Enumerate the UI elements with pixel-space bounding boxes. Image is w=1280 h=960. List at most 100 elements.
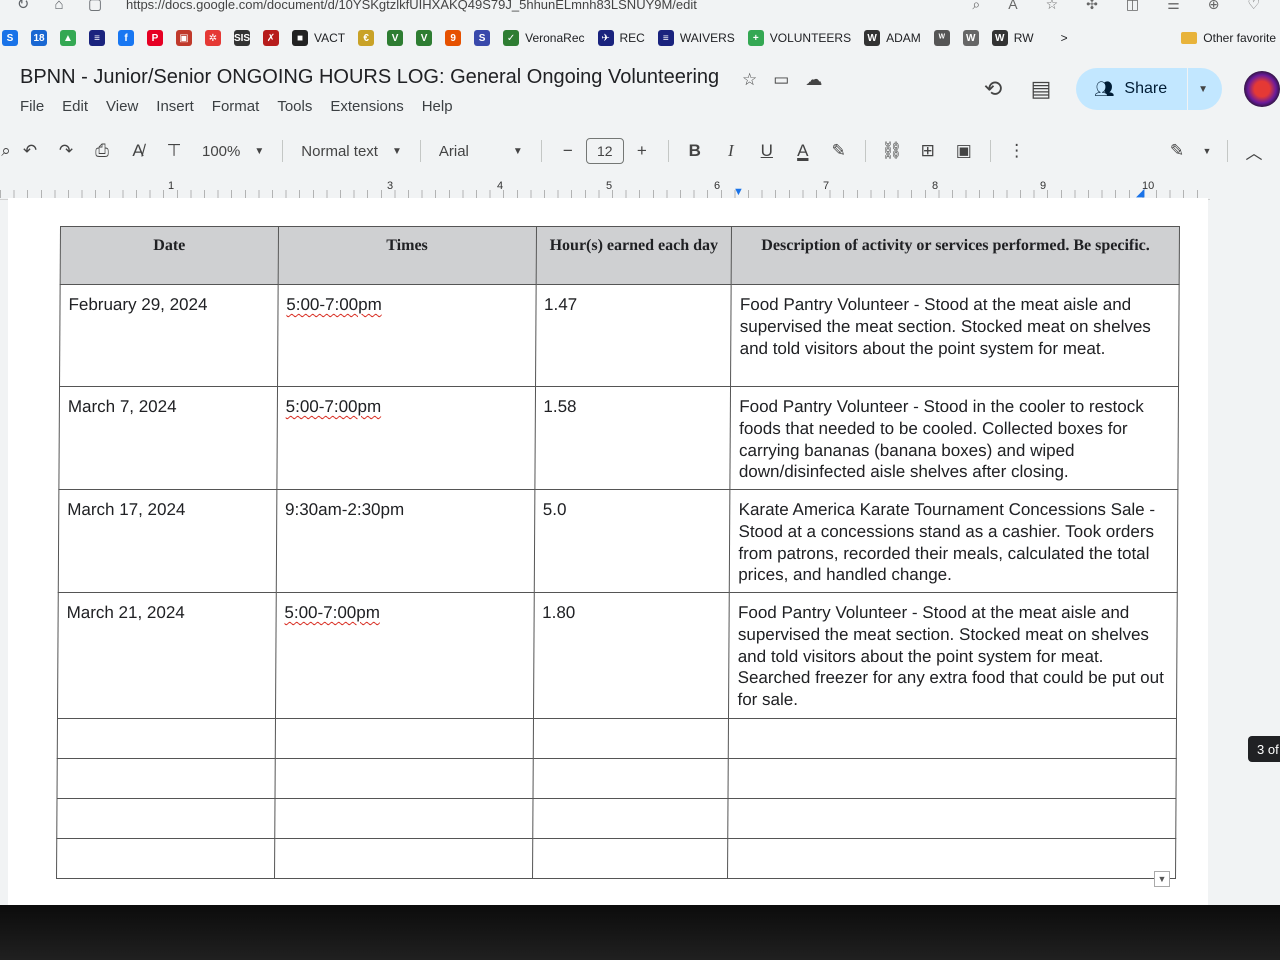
- empty-cell[interactable]: [532, 838, 729, 879]
- collapse-menus-icon[interactable]: ︿: [1236, 136, 1272, 166]
- cell-hours[interactable]: 5.0: [533, 489, 731, 593]
- menu-edit[interactable]: Edit: [62, 98, 88, 115]
- bookmark-item[interactable]: ✲: [205, 30, 221, 46]
- empty-cell[interactable]: [57, 758, 276, 799]
- header-times[interactable]: Times: [277, 226, 537, 285]
- cell-times[interactable]: 5:00-7:00pm: [277, 284, 536, 387]
- cell-date[interactable]: March 21, 2024: [57, 592, 277, 719]
- empty-cell[interactable]: [727, 838, 1176, 879]
- cell-times[interactable]: 5:00-7:00pm: [275, 592, 534, 719]
- split-screen-icon[interactable]: ◫: [1126, 0, 1139, 13]
- cell-date[interactable]: February 29, 2024: [59, 284, 278, 387]
- bookmark-item[interactable]: V: [387, 30, 404, 46]
- favorites-icon[interactable]: ☰: [1167, 0, 1180, 13]
- redo-icon[interactable]: ↷: [48, 136, 84, 166]
- bookmark-item[interactable]: ✓ VeronaRec: [503, 30, 585, 46]
- increase-font-size-button[interactable]: +: [624, 136, 660, 166]
- header-date[interactable]: Date: [60, 226, 279, 285]
- cell-times[interactable]: 9:30am-2:30pm: [276, 489, 535, 593]
- bookmark-item[interactable]: ᵂ: [933, 30, 950, 46]
- bookmark-item[interactable]: ■ VACT: [292, 30, 345, 46]
- empty-cell[interactable]: [57, 718, 276, 759]
- bookmark-item[interactable]: ✈ REC: [597, 30, 645, 46]
- comments-icon[interactable]: ▤: [1028, 76, 1054, 102]
- bookmark-item[interactable]: SIS: [234, 30, 250, 46]
- bookmark-item[interactable]: S: [2, 30, 18, 46]
- empty-cell[interactable]: [56, 838, 275, 879]
- cell-description[interactable]: Food Pantry Volunteer - Stood at the mea…: [728, 592, 1178, 719]
- empty-cell[interactable]: [728, 798, 1177, 839]
- add-comment-icon[interactable]: ⊞: [910, 136, 946, 166]
- font-select[interactable]: Arial ▼: [429, 136, 533, 166]
- decrease-font-size-button[interactable]: −: [550, 136, 586, 166]
- menu-extensions[interactable]: Extensions: [330, 98, 403, 115]
- paint-format-icon[interactable]: ⊤: [156, 136, 192, 166]
- bookmark-item[interactable]: P: [147, 30, 163, 46]
- cloud-status-icon[interactable]: ☁: [805, 70, 822, 90]
- browser-essentials-icon[interactable]: ♡: [1247, 0, 1260, 13]
- empty-cell[interactable]: [274, 758, 533, 799]
- menu-help[interactable]: Help: [422, 98, 453, 115]
- style-select[interactable]: Normal text ▼: [291, 136, 412, 166]
- header-description[interactable]: Description of activity or services perf…: [731, 226, 1180, 285]
- bookmark-item[interactable]: f: [118, 30, 134, 46]
- bookmark-item[interactable]: W ADAM: [864, 30, 921, 46]
- table-scroll-down-icon[interactable]: ▼: [1154, 871, 1170, 887]
- ruler[interactable]: 1 3 4 5 6 7 8 9 10 ▼ ◢: [0, 176, 1210, 200]
- undo-icon[interactable]: ↶: [12, 136, 48, 166]
- insert-image-icon[interactable]: ▣: [946, 136, 982, 166]
- zoom-select[interactable]: 100% ▼: [192, 136, 274, 166]
- avatar[interactable]: [1244, 71, 1280, 107]
- cell-description[interactable]: Food Pantry Volunteer - Stood in the coo…: [730, 386, 1179, 490]
- bookmark-item[interactable]: 18: [31, 30, 47, 46]
- link-icon[interactable]: ⛓: [874, 136, 910, 166]
- url-text[interactable]: https://docs.google.com/document/d/10YSK…: [126, 0, 697, 12]
- cell-hours[interactable]: 1.47: [535, 284, 732, 387]
- cell-hours[interactable]: 1.80: [533, 592, 730, 719]
- favorite-star-icon[interactable]: ☆: [1046, 0, 1059, 13]
- spellcheck-icon[interactable]: A̸: [120, 136, 156, 166]
- bookmark-item[interactable]: €: [358, 30, 375, 46]
- empty-cell[interactable]: [56, 798, 275, 839]
- menu-format[interactable]: Format: [212, 98, 260, 115]
- empty-cell[interactable]: [532, 718, 729, 759]
- bookmark-item[interactable]: ▣: [176, 30, 192, 46]
- cell-description[interactable]: Food Pantry Volunteer - Stood at the mea…: [730, 284, 1180, 387]
- print-icon[interactable]: ⎙: [84, 136, 120, 166]
- more-options-icon[interactable]: ⋮: [999, 136, 1035, 166]
- bookmark-item[interactable]: W: [962, 30, 979, 46]
- bookmarks-more-button[interactable]: >: [1061, 31, 1068, 45]
- share-button[interactable]: 👥︎ Share ▼: [1076, 68, 1222, 110]
- zoom-icon[interactable]: ⌕: [972, 0, 980, 13]
- star-icon[interactable]: ☆: [742, 70, 757, 90]
- menu-tools[interactable]: Tools: [277, 98, 312, 115]
- font-size-input[interactable]: 12: [585, 138, 624, 164]
- read-aloud-icon[interactable]: A: [1008, 0, 1017, 13]
- editing-mode-icon[interactable]: ✎: [1159, 136, 1195, 166]
- menu-file[interactable]: File: [20, 98, 44, 115]
- reload-icon[interactable]: ↻: [14, 0, 32, 13]
- empty-cell[interactable]: [532, 798, 729, 839]
- cell-date[interactable]: March 17, 2024: [58, 489, 277, 593]
- empty-cell[interactable]: [274, 798, 533, 839]
- bookmark-item[interactable]: ≡: [89, 30, 105, 46]
- bookmark-item[interactable]: V: [416, 30, 433, 46]
- search-menus-icon[interactable]: ⌕: [0, 136, 12, 166]
- bookmark-item[interactable]: S: [474, 30, 491, 46]
- chevron-down-icon[interactable]: ▼: [1195, 136, 1219, 166]
- empty-cell[interactable]: [275, 718, 534, 759]
- collections-icon[interactable]: ⊕: [1208, 0, 1220, 13]
- bookmark-item[interactable]: + VOLUNTEERS: [747, 30, 851, 46]
- empty-cell[interactable]: [532, 758, 729, 799]
- extensions-icon[interactable]: ✣: [1086, 0, 1098, 13]
- menu-view[interactable]: View: [106, 98, 138, 115]
- version-history-icon[interactable]: ⟲: [980, 76, 1006, 102]
- share-dropdown-icon[interactable]: ▼: [1198, 84, 1208, 95]
- bookmark-item[interactable]: 9: [445, 30, 462, 46]
- cell-times[interactable]: 5:00-7:00pm: [276, 386, 536, 490]
- cell-date[interactable]: March 7, 2024: [58, 386, 278, 490]
- italic-button[interactable]: I: [713, 136, 749, 166]
- empty-cell[interactable]: [728, 718, 1177, 759]
- menu-insert[interactable]: Insert: [156, 98, 194, 115]
- site-info-icon[interactable]: ▢: [86, 0, 104, 13]
